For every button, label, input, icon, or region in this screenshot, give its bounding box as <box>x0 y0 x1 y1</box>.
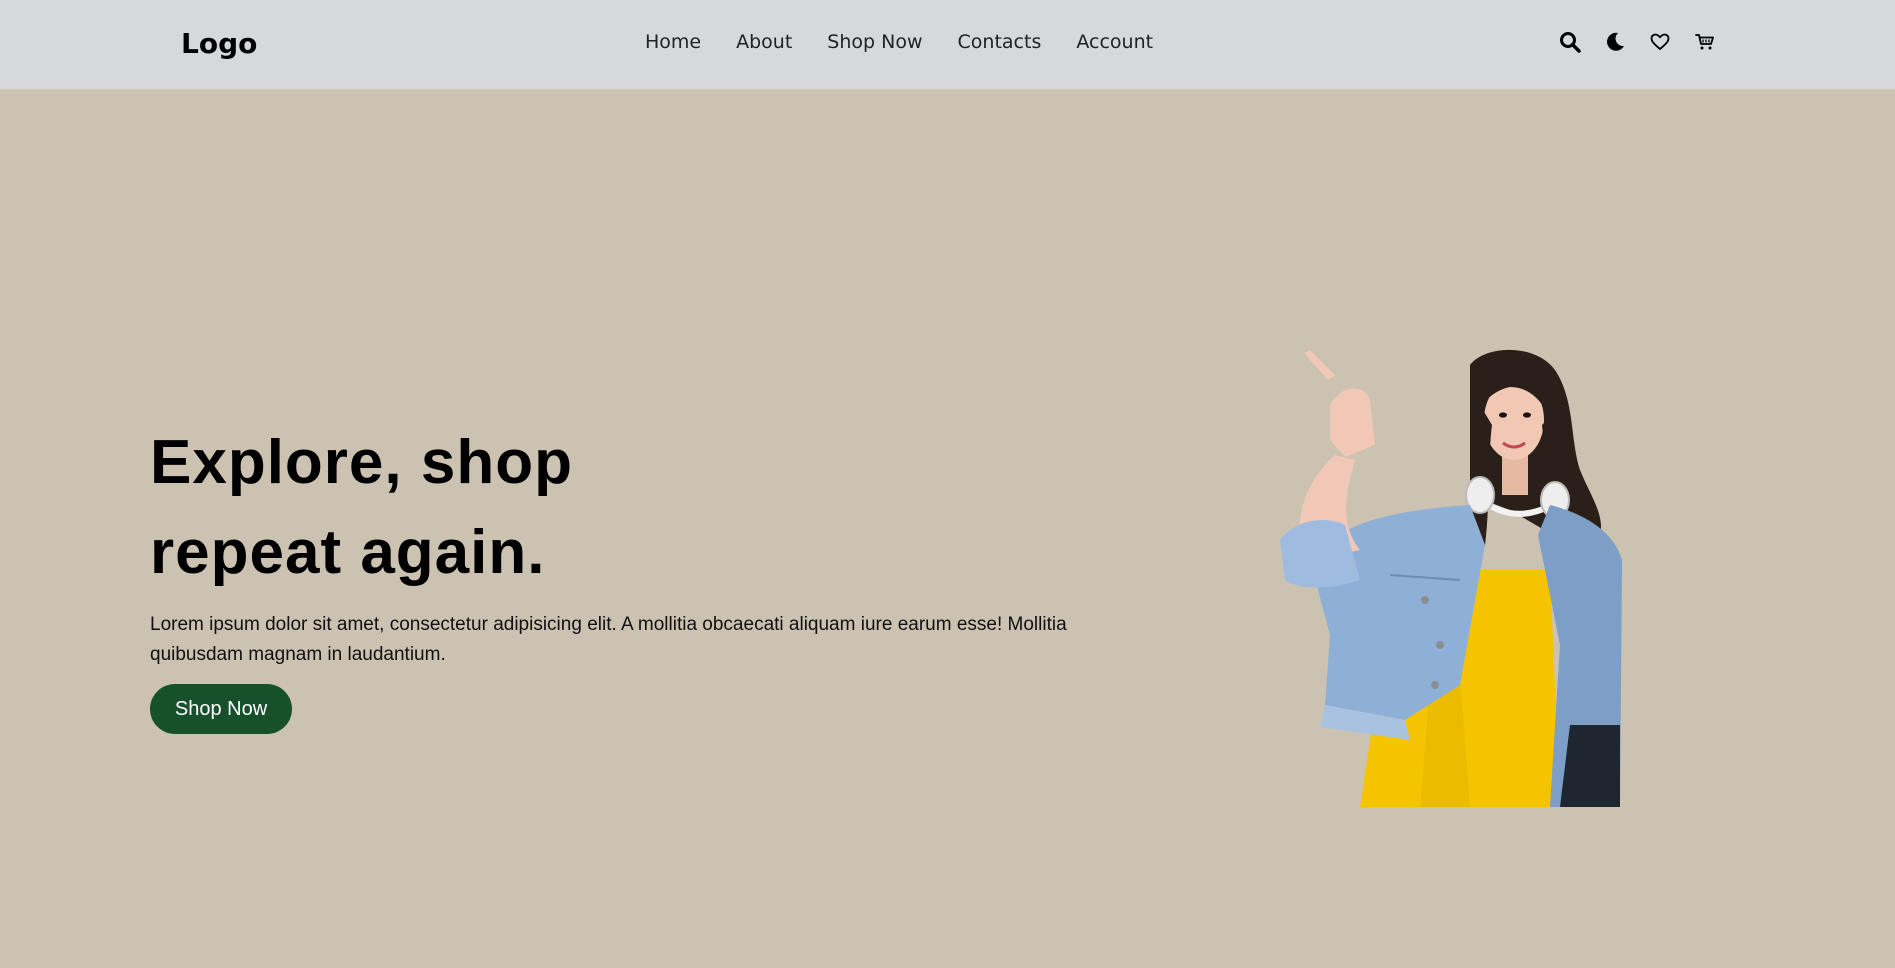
navbar: Logo Home About Shop Now Contacts Accoun… <box>0 0 1895 89</box>
nav-link-about[interactable]: About <box>736 31 792 53</box>
nav-link-home[interactable]: Home <box>645 31 701 53</box>
search-icon[interactable] <box>1558 30 1581 53</box>
nav-link-shop-now[interactable]: Shop Now <box>827 31 922 53</box>
cart-icon[interactable] <box>1693 30 1716 53</box>
shop-now-button[interactable]: Shop Now <box>150 684 292 734</box>
hero-description: Lorem ipsum dolor sit amet, consectetur … <box>150 614 1067 665</box>
hero-title-line-2: repeat again. <box>150 518 546 587</box>
nav-link-contacts[interactable]: Contacts <box>958 31 1042 53</box>
logo[interactable]: Logo <box>181 27 257 60</box>
nav-link-account[interactable]: Account <box>1076 31 1153 53</box>
heart-icon[interactable] <box>1648 30 1671 53</box>
nav-icons <box>1558 30 1716 53</box>
hero-title-line-1: Explore, shop <box>150 428 573 497</box>
moon-icon[interactable] <box>1603 30 1626 53</box>
hero-model-image <box>1280 349 1622 807</box>
main-nav: Home About Shop Now Contacts Account <box>645 31 1153 53</box>
hero-title: Explore, shop repeat again. <box>150 418 850 598</box>
